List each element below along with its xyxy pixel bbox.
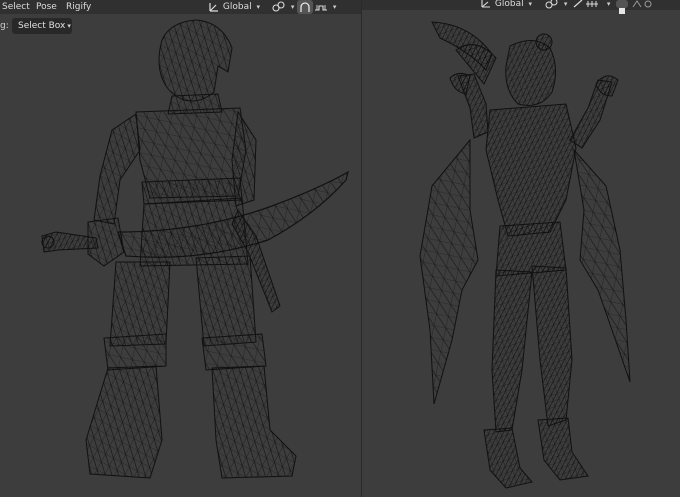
menu-rigify[interactable]: Rigify [64, 0, 93, 14]
chevron-down-icon: ▾ [606, 0, 611, 8]
shading-icon [632, 0, 652, 7]
chevron-down-icon: ▾ [290, 3, 295, 11]
shading-icon [619, 8, 625, 14]
menu-pose[interactable]: Pose [34, 0, 59, 14]
select-mode-label: Select Box [18, 21, 66, 31]
editor-divider[interactable] [361, 0, 362, 497]
right-transform-orientation-label: Global [494, 0, 524, 9]
overlay-icon [573, 0, 598, 7]
transform-orientation-dropdown[interactable]: Global ▾ [208, 0, 260, 14]
chevron-down-icon: ▾ [256, 3, 260, 11]
transform-orientation-icon [209, 2, 218, 12]
shading-toggle[interactable] [616, 0, 628, 14]
proportional-dropdown[interactable]: ▾ [314, 0, 336, 14]
viewport-header-left: Select Pose Rigify Global ▾ ▾ ▾ [0, 0, 361, 14]
menu-select[interactable]: Select [0, 0, 32, 14]
pivot-point-dropdown[interactable]: ▾ [272, 0, 294, 14]
pivot-link-icon [272, 0, 285, 12]
right-transform-orientation-dropdown[interactable]: Global ▾ [480, 0, 532, 9]
pivot-link-icon [545, 0, 558, 8]
proportional-icon [315, 4, 327, 11]
tool-settings-label: g: [0, 21, 9, 31]
overlay-toggle[interactable]: ▾ [572, 0, 610, 9]
chevron-down-icon: ▾ [67, 22, 71, 30]
3d-viewport[interactable]: Select Pose Rigify Global ▾ ▾ ▾ Global ▾… [0, 0, 680, 497]
chevron-down-icon: ▾ [563, 0, 568, 8]
chevron-down-icon: ▾ [528, 0, 532, 8]
shading-options[interactable] [630, 0, 654, 9]
snap-toggle[interactable] [297, 0, 313, 14]
viewport-header-right: Global ▾ ▾ ▾ [362, 0, 680, 14]
wireframe-canvas [41, 19, 631, 489]
select-mode-dropdown[interactable]: Select Box ▾ [12, 18, 72, 34]
winged-figure-mesh[interactable] [419, 21, 631, 489]
transform-orientation-label: Global [222, 2, 252, 12]
chevron-down-icon: ▾ [332, 3, 337, 11]
transform-orientation-icon [481, 0, 490, 8]
warrior-mesh[interactable] [41, 19, 349, 479]
right-pivot-dropdown[interactable]: ▾ [545, 0, 567, 9]
snap-icon [300, 2, 310, 12]
